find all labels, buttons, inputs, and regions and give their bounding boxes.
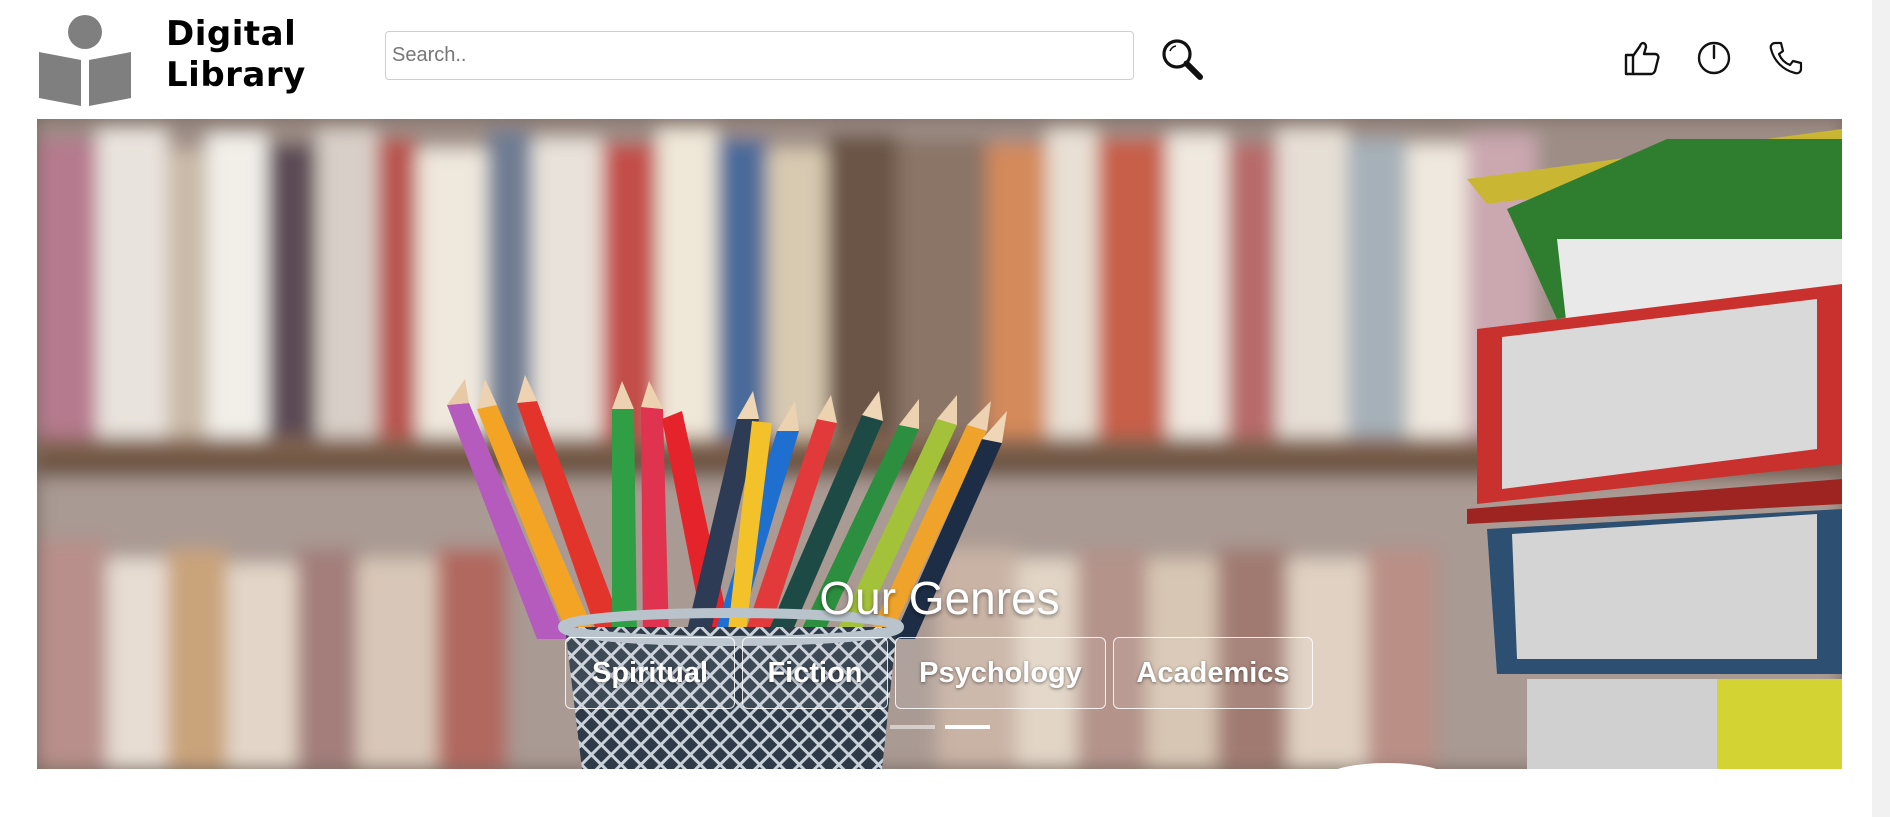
genre-button-spiritual[interactable]: Spiritual	[565, 637, 735, 709]
genre-buttons: Spiritual Fiction Psychology Academics	[565, 637, 1313, 709]
thumbs-up-icon[interactable]	[1622, 38, 1662, 78]
phone-icon[interactable]	[1766, 38, 1806, 78]
brand-title[interactable]: Digital Library	[166, 14, 306, 96]
hero-carousel[interactable]: Our Genres Spiritual Fiction Psychology …	[37, 119, 1842, 769]
carousel-indicators	[890, 725, 990, 729]
search-icon[interactable]	[1160, 37, 1204, 81]
genres-title: Our Genres	[819, 572, 1060, 624]
book-reader-logo-icon	[39, 15, 131, 106]
brand-line-1: Digital	[166, 14, 297, 54]
genre-button-academics[interactable]: Academics	[1113, 637, 1313, 709]
genre-button-fiction[interactable]: Fiction	[742, 637, 888, 709]
power-icon[interactable]	[1694, 38, 1734, 78]
page-scrollbar[interactable]	[1872, 0, 1890, 817]
search-input[interactable]	[385, 31, 1134, 80]
genre-button-psychology[interactable]: Psychology	[895, 637, 1106, 709]
carousel-indicator-2[interactable]	[945, 725, 990, 729]
brand-line-2: Library	[166, 55, 306, 95]
carousel-indicator-1[interactable]	[890, 725, 935, 729]
